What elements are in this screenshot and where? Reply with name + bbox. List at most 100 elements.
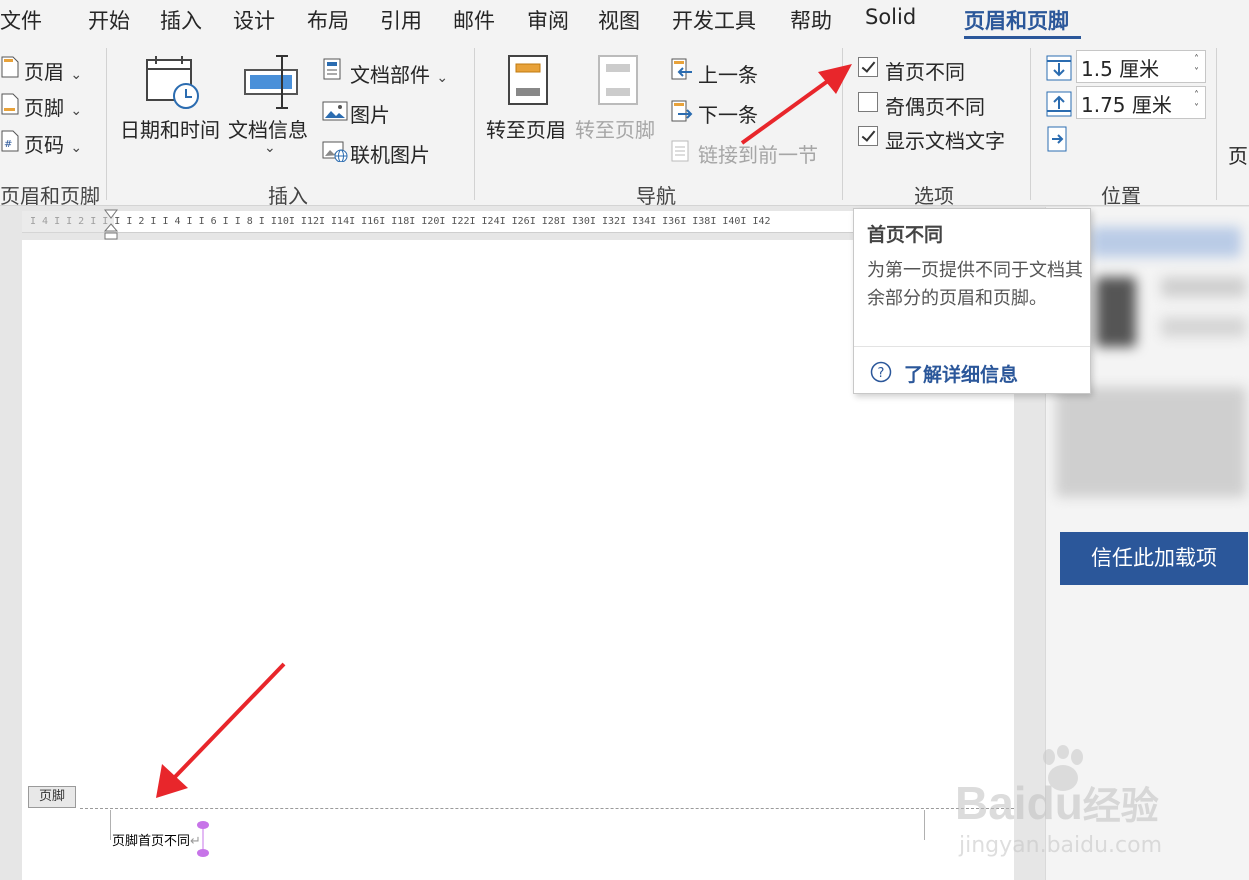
link-icon xyxy=(671,140,689,162)
tab-references[interactable]: 引用 xyxy=(380,5,422,35)
chevron-down-icon: ⌄ xyxy=(264,140,276,156)
tab-mailings[interactable]: 邮件 xyxy=(453,5,495,35)
show-doc-text-label: 显示文档文字 xyxy=(885,129,1005,153)
different-first-page-checkbox[interactable] xyxy=(858,57,878,77)
ribbon-tabs: 文件 开始 插入 设计 布局 引用 邮件 审阅 视图 开发工具 帮助 Solid… xyxy=(0,0,1249,40)
footer-icon xyxy=(1,93,19,115)
blurred-content xyxy=(1096,277,1136,347)
footer-margin-mark xyxy=(110,810,111,840)
tab-insert[interactable]: 插入 xyxy=(160,5,202,35)
watermark-brand: Bai xyxy=(955,777,1027,829)
alignment-tab-icon[interactable] xyxy=(1046,126,1070,152)
header-icon xyxy=(1,56,19,78)
online-picture-icon xyxy=(322,141,348,162)
watermark-cn: 经验 xyxy=(1082,786,1159,828)
next-label: 下一条 xyxy=(698,103,758,127)
group-label-options: 选项 xyxy=(914,184,954,208)
tab-design[interactable]: 设计 xyxy=(233,5,275,35)
header-from-top-value: 1.5 厘米 xyxy=(1081,57,1160,81)
blurred-content xyxy=(1161,277,1246,297)
group-label-navigation: 导航 xyxy=(636,184,676,208)
goto-footer-icon xyxy=(598,55,638,105)
page-number-label: 页码 xyxy=(24,133,64,157)
date-time-label: 日期和时间 xyxy=(120,118,220,142)
baidu-jingyan-watermark: Baidu经验 jingyan.baidu.com xyxy=(955,745,1245,865)
watermark-brand-2: du xyxy=(1026,777,1083,829)
tooltip-description: 为第一页提供不同于文档其余部分的页眉和页脚。 xyxy=(867,260,1083,309)
footer-label: 页脚 xyxy=(24,96,64,120)
show-doc-text-checkbox[interactable] xyxy=(858,126,878,146)
different-first-page-label: 首页不同 xyxy=(885,60,965,84)
footer-margin-mark xyxy=(924,810,925,840)
svg-text:?: ? xyxy=(878,366,885,381)
blurred-content xyxy=(1056,387,1246,497)
goto-header-icon xyxy=(508,55,548,105)
tab-developer[interactable]: 开发工具 xyxy=(672,5,756,35)
tooltip-title: 首页不同 xyxy=(867,224,944,246)
header-from-top-spinner[interactable]: 1.5 厘米 ˄ ˅ xyxy=(1076,50,1206,83)
chevron-down-icon: ⌄ xyxy=(436,70,449,86)
tab-view[interactable]: 视图 xyxy=(598,5,640,35)
tab-header-footer[interactable]: 页眉和页脚 xyxy=(964,5,1069,35)
footer-from-bottom-spinner[interactable]: 1.75 厘米 ˄ ˅ xyxy=(1076,86,1206,119)
watermark-url: jingyan.baidu.com xyxy=(959,833,1163,858)
header-position-icon xyxy=(1046,55,1072,81)
chevron-down-icon: ⌄ xyxy=(70,103,83,119)
ribbon-panel: 页眉 ⌄ 页脚 ⌄ # 页码 ⌄ 页眉和页脚 日期和时间 文档信息 ⌄ 文档部件… xyxy=(0,40,1249,208)
picture-icon xyxy=(322,101,348,121)
indent-marker-icon[interactable] xyxy=(104,209,118,241)
next-section-icon xyxy=(671,100,693,122)
svg-text:#: # xyxy=(4,139,12,150)
doc-info-label: 文档信息 xyxy=(228,118,308,142)
footer-tag: 页脚 xyxy=(28,786,76,808)
group-separator xyxy=(1030,48,1031,200)
spinner-arrows-icon[interactable]: ˄ ˅ xyxy=(1194,89,1199,115)
footer-boundary-line xyxy=(80,808,1014,809)
different-odd-even-label: 奇偶页不同 xyxy=(885,95,985,119)
group-separator xyxy=(474,48,475,200)
tab-help[interactable]: 帮助 xyxy=(790,5,832,35)
footer-from-bottom-value: 1.75 厘米 xyxy=(1081,93,1172,117)
spinner-arrows-icon[interactable]: ˄ ˅ xyxy=(1194,53,1199,79)
footer-position-icon xyxy=(1046,91,1072,117)
previous-label: 上一条 xyxy=(698,63,758,87)
calendar-clock-icon xyxy=(146,56,199,109)
chevron-down-icon: ⌄ xyxy=(70,140,83,156)
ruler-margin-shade xyxy=(22,211,114,233)
different-odd-even-checkbox[interactable] xyxy=(858,92,878,112)
tab-file[interactable]: 文件 xyxy=(0,5,42,35)
group-separator xyxy=(842,48,843,200)
goto-header-label: 转至页眉 xyxy=(486,118,566,142)
link-previous-label: 链接到前一节 xyxy=(698,143,818,167)
help-icon: ? xyxy=(870,361,892,383)
selection-handles-icon[interactable] xyxy=(196,820,210,858)
tooltip-divider xyxy=(854,346,1090,347)
trust-addin-button[interactable]: 信任此加载项 xyxy=(1060,532,1248,585)
ruler-marks: I 4 I I 2 I I I I 2 I I 4 I I 6 I I 8 I … xyxy=(30,216,771,227)
header-label: 页眉 xyxy=(24,60,64,84)
close-header-footer-label[interactable]: 页 xyxy=(1228,140,1248,169)
previous-section-icon xyxy=(671,58,692,80)
blurred-content xyxy=(1091,227,1241,257)
tab-home[interactable]: 开始 xyxy=(88,5,130,35)
quick-parts-label: 文档部件 xyxy=(350,63,430,87)
group-separator xyxy=(106,48,107,200)
group-label-insert: 插入 xyxy=(268,184,308,208)
goto-footer-label: 转至页脚 xyxy=(575,118,655,142)
learn-more-link[interactable]: 了解详细信息 xyxy=(904,360,1018,387)
doc-info-icon xyxy=(244,55,298,109)
group-separator xyxy=(1216,48,1217,200)
quick-parts-icon xyxy=(323,58,341,80)
picture-label: 图片 xyxy=(350,103,390,127)
footer-text[interactable]: 页脚首页不同↵ xyxy=(112,830,201,849)
blurred-content xyxy=(1161,317,1246,337)
tab-review[interactable]: 审阅 xyxy=(527,5,569,35)
group-label-header-footer: 页眉和页脚 xyxy=(0,184,100,208)
chevron-down-icon: ⌄ xyxy=(70,67,83,83)
page-number-icon: # xyxy=(1,130,19,152)
group-label-position: 位置 xyxy=(1101,184,1141,208)
tab-solid[interactable]: Solid xyxy=(865,5,916,29)
tooltip: 首页不同 为第一页提供不同于文档其余部分的页眉和页脚。 ? 了解详细信息 xyxy=(853,208,1091,394)
online-picture-label: 联机图片 xyxy=(350,143,430,167)
tab-layout[interactable]: 布局 xyxy=(307,5,349,35)
